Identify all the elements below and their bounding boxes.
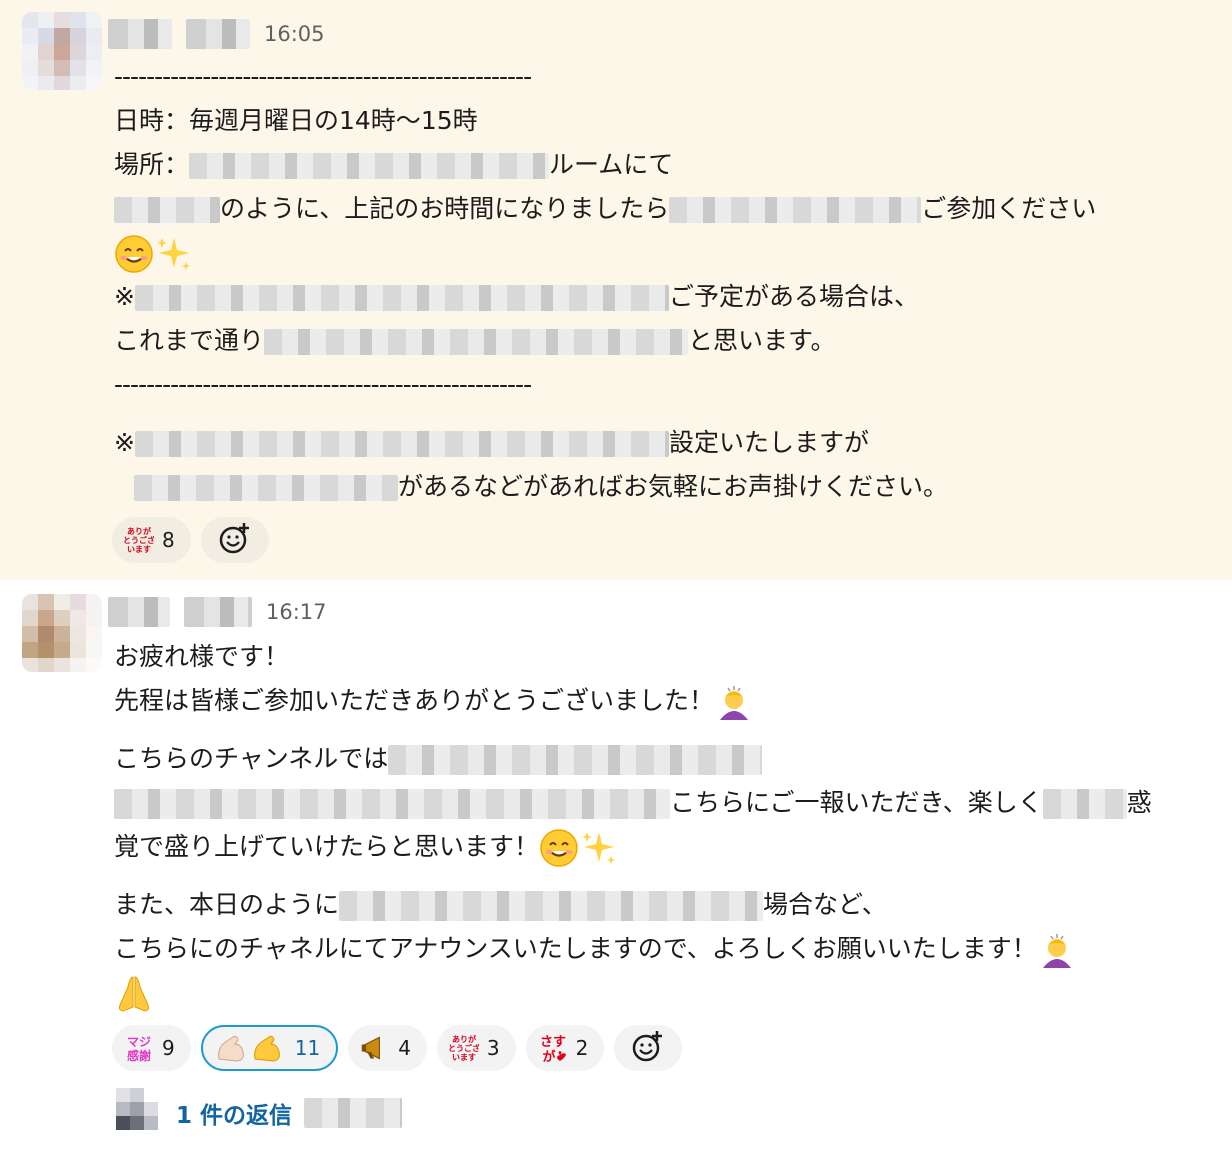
bowing-person-emoji-icon	[1037, 930, 1077, 970]
text-line: があるなどがあればお気軽にお声掛けください。	[114, 465, 1202, 509]
reaction-arigatou[interactable]: ありが とうござ います 3	[436, 1025, 516, 1071]
reaction-muscle[interactable]: 11	[200, 1025, 339, 1071]
message-2: 16:17 お疲れ様です！ 先程は皆様ご参加いただきありがとうございました！ こ…	[0, 580, 1232, 1164]
add-reaction-button[interactable]	[200, 517, 269, 563]
sasuga-icon: さすが	[538, 1033, 568, 1063]
add-reaction-button[interactable]	[614, 1025, 683, 1071]
timestamp[interactable]: 16:05	[264, 22, 325, 46]
add-reaction-icon	[631, 1029, 665, 1068]
message-1: 16:05 ----------------------------------…	[0, 0, 1232, 580]
reaction-arigatou[interactable]: ありが とうござ います 8	[112, 517, 191, 563]
text-line: また、本日のように 場合など、	[114, 890, 887, 921]
sparkles-emoji-icon	[579, 828, 619, 868]
reply-count-link[interactable]: 1 件の返信	[176, 1096, 292, 1130]
sender-name-redacted[interactable]	[186, 19, 250, 49]
timestamp[interactable]: 16:17	[266, 600, 327, 624]
text-line: 覚で盛り上げていけたらと思います！	[114, 825, 1202, 869]
svg-text:とうござ: とうござ	[124, 535, 154, 545]
redacted-text	[114, 789, 670, 819]
sparkles-emoji-icon	[154, 234, 194, 274]
svg-text:感謝: 感謝	[127, 1048, 151, 1063]
add-reaction-icon	[218, 521, 252, 560]
reaction-sasuga[interactable]: さすが 2	[525, 1025, 605, 1071]
redacted-text	[134, 431, 669, 457]
reply-avatar[interactable]	[104, 1088, 164, 1138]
megaphone-icon	[360, 1033, 390, 1063]
message-body: お疲れ様です！ 先程は皆様ご参加いただきありがとうございました！ こちらのチャン…	[114, 635, 1202, 1015]
text-line: こちらにご一報いただき、楽しく惑	[114, 781, 1202, 825]
text-line: 先程は皆様ご参加いただきありがとうございました！	[114, 679, 1202, 723]
text-line: こちらのチャンネルでは	[114, 737, 1202, 781]
text-line: 場所： ルームにて	[114, 150, 674, 179]
divider-line: ----------------------------------------…	[114, 370, 532, 399]
reaction-count: 2	[575, 1036, 589, 1060]
svg-text:が: が	[542, 1049, 555, 1063]
text-line: のように、上記のお時間になりましたら ご参加ください	[114, 187, 1202, 231]
reaction-count: 9	[162, 1036, 175, 1060]
text-line: こちらにのチャネルにてアナウンスいたしますので、よろしくお願いいたします！	[114, 927, 1202, 971]
svg-text:さす: さす	[540, 1035, 566, 1050]
redacted-text	[304, 1098, 403, 1128]
svg-text:います: います	[452, 1053, 476, 1062]
emoji-line	[114, 231, 1202, 275]
text-line: ※ ご予定がある場合は、	[114, 282, 919, 311]
sender-name-redacted[interactable]	[108, 597, 170, 627]
text-line: ※ 設定いたしますが	[114, 428, 869, 457]
svg-text:とうござ: とうござ	[449, 1043, 479, 1053]
reaction-bar: ありが とうござ います 8	[112, 517, 269, 563]
reaction-count: 3	[486, 1036, 500, 1060]
reaction-count: 4	[398, 1036, 411, 1060]
emoji-line	[114, 971, 1202, 1015]
avatar[interactable]	[22, 12, 102, 90]
svg-text:ありが: ありが	[127, 526, 152, 536]
redacted-text	[669, 197, 922, 223]
redacted-text	[189, 153, 550, 179]
divider-line: ----------------------------------------…	[114, 62, 532, 91]
reaction-maji-kansha[interactable]: マジ 感謝 9	[112, 1025, 191, 1071]
svg-text:ありが: ありが	[452, 1034, 477, 1044]
reaction-bar: マジ 感謝 9 11 4 ありが とうござ います 3 さすが 2	[112, 1025, 683, 1071]
arigatou-gozaimasu-icon: ありが とうござ います	[124, 525, 154, 555]
smile-emoji-icon	[114, 234, 154, 274]
redacted-text	[339, 891, 764, 921]
bowing-person-emoji-icon	[714, 682, 754, 722]
reaction-count: 8	[162, 528, 175, 552]
smile-emoji-icon	[539, 828, 579, 868]
sender-name-redacted[interactable]	[108, 19, 172, 49]
arigatou-gozaimasu-icon: ありが とうござ います	[449, 1033, 479, 1063]
redacted-text	[134, 285, 669, 311]
text-line: お疲れ様です！	[114, 642, 290, 671]
text-line: 日時：毎週月曜日の14時〜15時	[114, 106, 478, 135]
muscle-icon	[215, 1033, 287, 1063]
redacted-text	[134, 475, 398, 501]
thread-replies[interactable]: 1 件の返信	[104, 1088, 403, 1138]
reaction-megaphone[interactable]: 4	[348, 1025, 427, 1071]
redacted-text	[114, 197, 220, 223]
redacted-text	[264, 329, 689, 355]
reaction-count: 11	[294, 1036, 321, 1060]
svg-text:います: います	[127, 545, 151, 554]
text-line: これまで通り と思います。	[114, 326, 836, 355]
redacted-text	[388, 745, 763, 775]
message-body: ----------------------------------------…	[114, 55, 1202, 509]
maji-kansha-icon: マジ 感謝	[124, 1033, 154, 1063]
sender-name-redacted[interactable]	[184, 597, 252, 627]
redacted-text	[1042, 789, 1127, 819]
avatar[interactable]	[22, 594, 102, 672]
folded-hands-emoji-icon	[114, 974, 154, 1014]
svg-text:マジ: マジ	[127, 1035, 151, 1049]
